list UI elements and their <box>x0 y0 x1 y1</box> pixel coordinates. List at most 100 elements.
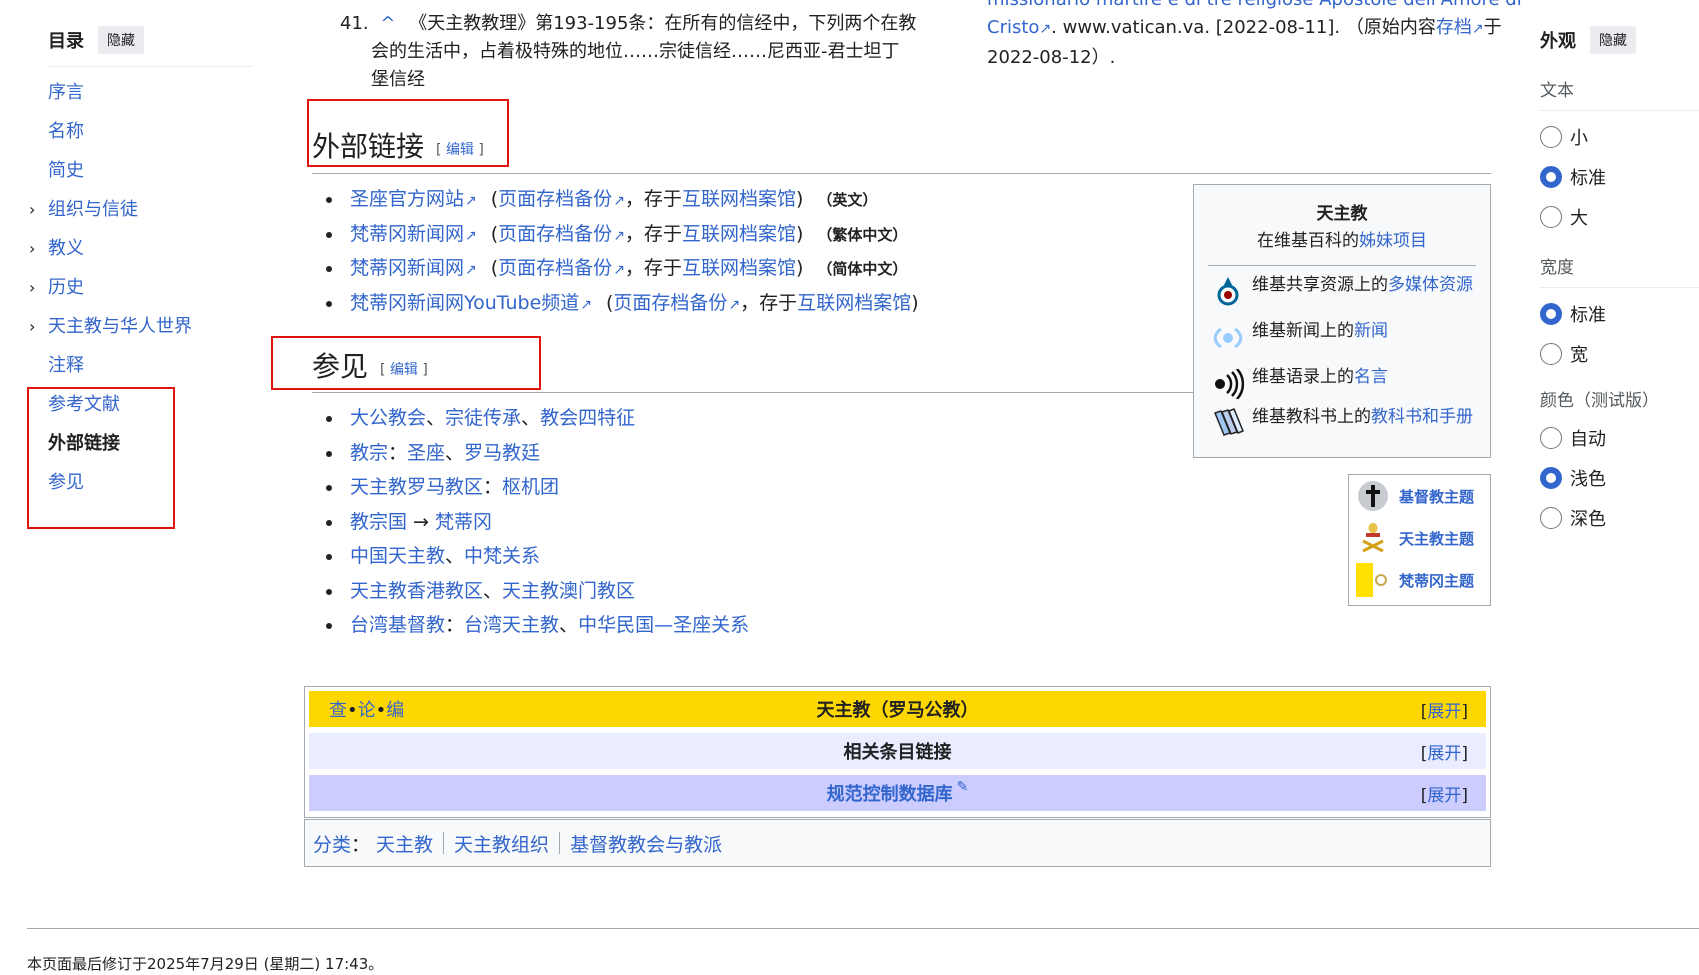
portal-row[interactable]: 天主教主题 <box>1349 517 1490 559</box>
external-link[interactable]: 梵蒂冈新闻网 <box>350 223 464 245</box>
vte-talk-link[interactable]: 论 <box>358 700 376 721</box>
see-also-link[interactable]: 天主教罗马教区 <box>350 476 483 498</box>
sister-link[interactable]: 教科书和手册 <box>1371 407 1473 427</box>
toc-item-label[interactable]: 序言 <box>48 82 84 103</box>
external-link[interactable]: 圣座官方网站 <box>350 188 464 210</box>
category-link[interactable]: 基督教教会与教派 <box>570 830 722 857</box>
papal-arms-icon[interactable] <box>1355 520 1391 556</box>
reference-cristo-link[interactable]: Cristo <box>987 17 1039 38</box>
category-link[interactable]: 天主教组织 <box>454 830 549 857</box>
toc-item-label[interactable]: 组织与信徒 <box>48 199 138 220</box>
see-also-link[interactable]: 梵蒂冈 <box>435 511 492 533</box>
see-also-link[interactable]: 中梵关系 <box>464 545 540 567</box>
toc-item-label[interactable]: 教义 <box>48 238 84 259</box>
see-also-link[interactable]: 大公教会 <box>350 407 426 429</box>
toc-item-label[interactable]: 注释 <box>48 355 84 376</box>
toc-item-label[interactable]: 名称 <box>48 121 84 142</box>
external-link[interactable]: 梵蒂冈新闻网 <box>350 257 464 279</box>
archive-link[interactable]: 页面存档备份 <box>613 292 727 314</box>
chevron-right-icon[interactable]: › <box>29 268 35 307</box>
see-also-link[interactable]: 枢机团 <box>502 476 559 498</box>
chevron-right-icon[interactable]: › <box>29 190 35 229</box>
portal-row[interactable]: 基督教主题 <box>1349 475 1490 517</box>
reference-archive-link[interactable]: 存档 <box>1436 17 1472 38</box>
navbox-expand-link[interactable]: 展开 <box>1427 702 1461 722</box>
radio-option[interactable]: 自动 <box>1540 418 1699 458</box>
archive-link[interactable]: 页面存档备份 <box>498 188 612 210</box>
vte-view-link[interactable]: 查 <box>329 700 347 721</box>
navbox-related-expand-link[interactable]: 展开 <box>1427 744 1461 764</box>
toc-item[interactable]: › 组织与信徒 <box>29 190 253 229</box>
archive-site-link[interactable]: 互联网档案馆 <box>682 257 796 279</box>
toc-item[interactable]: 序言 <box>48 73 253 112</box>
toc-item-label[interactable]: 历史 <box>48 277 84 298</box>
chevron-right-icon[interactable]: › <box>29 307 35 346</box>
portal-link[interactable]: 天主教主题 <box>1399 528 1474 549</box>
portal-row[interactable]: 梵蒂冈主题 <box>1349 559 1490 601</box>
toc-item[interactable]: › 历史 <box>29 268 253 307</box>
radio-button[interactable] <box>1540 206 1562 228</box>
see-also-link[interactable]: 教宗 <box>350 442 388 464</box>
reference-backlink[interactable]: ^ <box>380 13 395 34</box>
toc-item[interactable]: 简史 <box>48 151 253 190</box>
external-link[interactable]: 梵蒂冈新闻网YouTube频道 <box>350 292 579 314</box>
radio-option[interactable]: 标准 <box>1540 157 1699 197</box>
wikibooks-icon[interactable] <box>1210 406 1246 442</box>
radio-option[interactable]: 小 <box>1540 117 1699 157</box>
sister-link[interactable]: 名言 <box>1354 367 1388 387</box>
radio-option[interactable]: 深色 <box>1540 498 1699 538</box>
cross-icon[interactable] <box>1355 478 1391 514</box>
toc-item[interactable]: › 天主教与华人世界 <box>29 307 253 346</box>
sister-link[interactable]: 新闻 <box>1354 321 1388 341</box>
vte-edit-link[interactable]: 编 <box>386 700 404 721</box>
vatican-flag-icon[interactable] <box>1355 562 1391 598</box>
categories-label[interactable]: 分类 <box>313 830 351 857</box>
toc-item[interactable]: 注释 <box>48 346 253 385</box>
authority-control-link[interactable]: 规范控制数据库 <box>827 780 953 806</box>
radio-button[interactable] <box>1540 507 1562 529</box>
chevron-right-icon[interactable]: › <box>29 229 35 268</box>
see-also-link[interactable]: 罗马教廷 <box>464 442 540 464</box>
archive-site-link[interactable]: 互联网档案馆 <box>797 292 911 314</box>
sister-link[interactable]: 多媒体资源 <box>1388 275 1473 295</box>
see-also-link[interactable]: 台湾天主教 <box>464 614 559 636</box>
see-also-link[interactable]: 圣座 <box>407 442 445 464</box>
see-also-link[interactable]: 宗徒传承 <box>445 407 521 429</box>
reference-right-top[interactable]: missionario martire e di tre religiose A… <box>987 0 1522 14</box>
portal-link[interactable]: 基督教主题 <box>1399 486 1474 507</box>
toc-item[interactable]: › 教义 <box>29 229 253 268</box>
sister-projects-link[interactable]: 姊妹项目 <box>1359 231 1427 251</box>
toc-item-label[interactable]: 简史 <box>48 160 84 181</box>
archive-site-link[interactable]: 互联网档案馆 <box>682 188 796 210</box>
radio-option[interactable]: 标准 <box>1540 294 1699 334</box>
archive-site-link[interactable]: 互联网档案馆 <box>682 223 796 245</box>
see-also-link[interactable]: 教会四特征 <box>540 407 635 429</box>
archive-link[interactable]: 页面存档备份 <box>498 223 612 245</box>
radio-button[interactable] <box>1540 467 1562 489</box>
archive-link[interactable]: 页面存档备份 <box>498 257 612 279</box>
radio-button[interactable] <box>1540 343 1562 365</box>
wikiquote-icon[interactable] <box>1210 366 1246 402</box>
appearance-hide-button[interactable]: 隐藏 <box>1590 26 1636 54</box>
toc-hide-button[interactable]: 隐藏 <box>98 26 144 54</box>
pencil-icon[interactable]: ✎ <box>957 779 969 795</box>
see-also-link[interactable]: 教宗国 <box>350 511 407 533</box>
radio-button[interactable] <box>1540 166 1562 188</box>
portal-link[interactable]: 梵蒂冈主题 <box>1399 570 1474 591</box>
category-link[interactable]: 天主教 <box>376 830 433 857</box>
see-also-link[interactable]: 中国天主教 <box>350 545 445 567</box>
radio-button[interactable] <box>1540 126 1562 148</box>
radio-option[interactable]: 浅色 <box>1540 458 1699 498</box>
see-also-link[interactable]: 天主教香港教区 <box>350 580 483 602</box>
radio-button[interactable] <box>1540 303 1562 325</box>
radio-button[interactable] <box>1540 427 1562 449</box>
see-also-link[interactable]: 台湾基督教 <box>350 614 445 636</box>
see-also-link[interactable]: 中华民国—圣座关系 <box>578 614 749 636</box>
navbox-authority-expand-link[interactable]: 展开 <box>1427 786 1461 806</box>
commons-icon[interactable] <box>1210 274 1246 310</box>
see-also-link[interactable]: 天主教澳门教区 <box>502 580 635 602</box>
radio-option[interactable]: 大 <box>1540 197 1699 237</box>
toc-item[interactable]: 名称 <box>48 112 253 151</box>
toc-item-label[interactable]: 天主教与华人世界 <box>48 316 192 337</box>
radio-option[interactable]: 宽 <box>1540 334 1699 374</box>
